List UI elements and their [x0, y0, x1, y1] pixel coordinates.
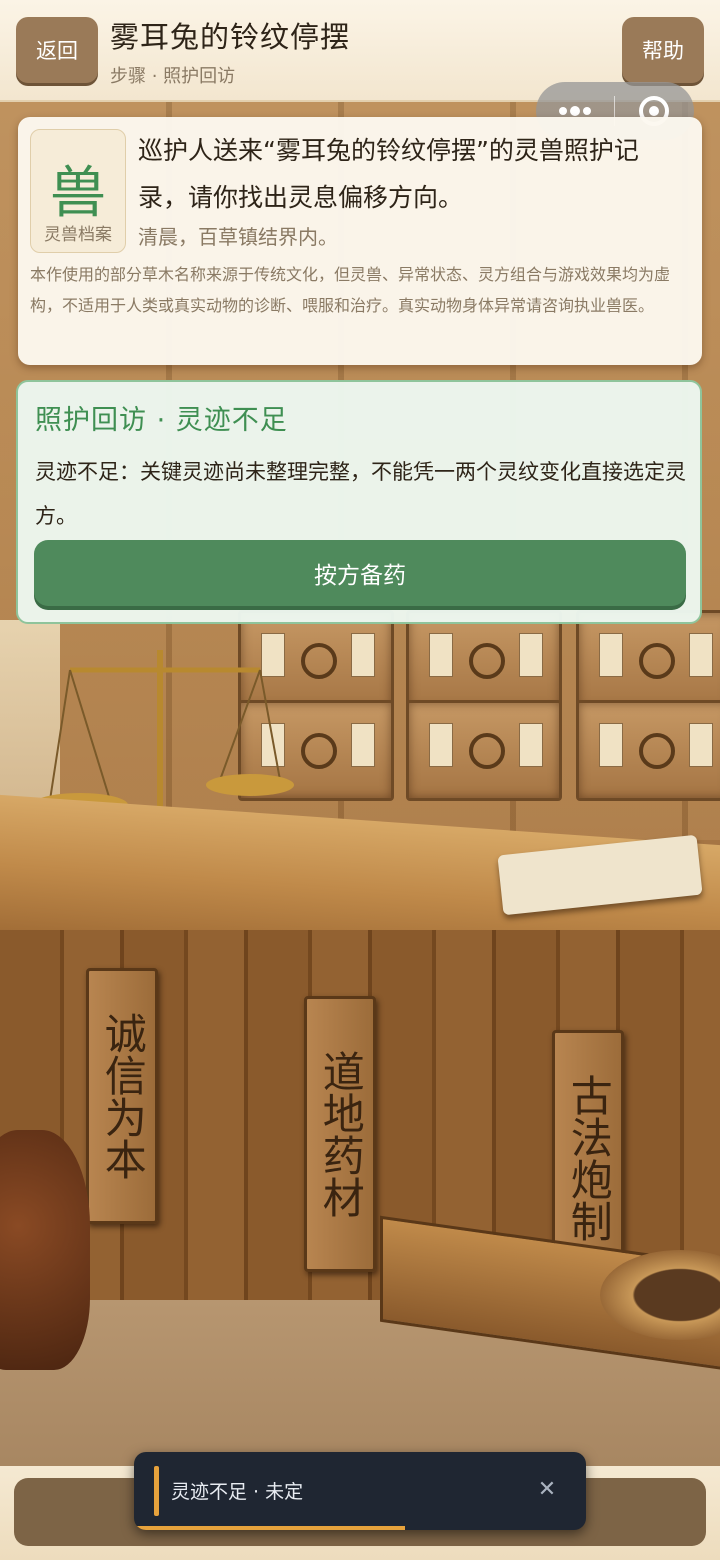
badge-label: 灵兽档案 — [44, 225, 112, 245]
page-title: 雾耳兔的铃纹停摆 — [110, 20, 351, 54]
status-toast: 灵迹不足 · 未定 ✕ — [134, 1452, 586, 1530]
help-button[interactable]: 帮助 — [622, 17, 704, 83]
beast-glyph: 兽 — [50, 161, 106, 226]
beast-archive-badge: 兽 灵兽档案 — [30, 129, 126, 253]
back-button[interactable]: 返回 — [16, 17, 98, 83]
record-time-place: 清晨，百草镇结界内。 — [138, 225, 338, 249]
disclaimer-text: 本作使用的部分草木名称来源于传统文化，但灵兽、异常状态、灵方组合与游戏效果均为虚… — [30, 265, 671, 315]
revisit-body: 灵迹不足：关键灵迹尚未整理完整，不能凭一两个灵纹变化直接选定灵方。 — [35, 460, 686, 528]
plaque-authentic-herbs: 道地药材 — [304, 996, 376, 1272]
toast-text: 灵迹不足 · 未定 — [171, 1481, 304, 1503]
close-icon[interactable]: ✕ — [534, 1474, 560, 1504]
record-description: 巡护人送来“雾耳兔的铃纹停摆”的灵兽照护记录，请你找出灵息偏移方向。 — [138, 136, 639, 212]
care-record-card: 兽 灵兽档案 巡护人送来“雾耳兔的铃纹停摆”的灵兽照护记录，请你找出灵息偏移方向… — [18, 117, 702, 365]
drawer — [576, 610, 720, 711]
drawer — [406, 700, 562, 801]
toast-accent-bar — [154, 1466, 159, 1516]
plaque-honesty: 诚信为本 — [86, 968, 158, 1224]
revisit-title: 照护回访 · 灵迹不足 — [35, 405, 288, 436]
toast-progress-bar — [134, 1526, 406, 1530]
page-subtitle: 步骤 · 照护回访 — [110, 66, 236, 87]
clay-jar — [0, 1130, 90, 1370]
drawer — [576, 700, 720, 801]
drawer — [406, 610, 562, 711]
prepare-medicine-button[interactable]: 按方备药 — [34, 540, 686, 606]
revisit-card: 照护回访 · 灵迹不足 灵迹不足：关键灵迹尚未整理完整，不能凭一两个灵纹变化直接… — [16, 380, 702, 624]
